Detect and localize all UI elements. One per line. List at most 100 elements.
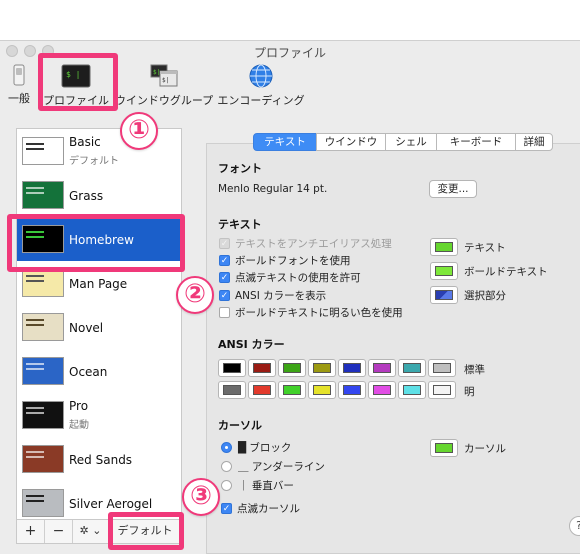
ansi-bright-color-well-3[interactable] — [308, 381, 336, 399]
profile-name: Man Page — [69, 277, 128, 291]
cursor-block-label: █ ブロック — [238, 442, 292, 454]
toolbar-window-groups[interactable]: $| $| ウインドウグループ — [114, 64, 214, 108]
tab-window[interactable]: ウインドウ — [316, 133, 386, 151]
profile-startup-tag: 起動 — [69, 420, 89, 431]
toolbar-encodings-label: エンコーディング — [217, 94, 305, 107]
ansi-normal-color-fill — [433, 363, 451, 373]
ansi-bright-color-well-6[interactable] — [398, 381, 426, 399]
blink-text-checkbox[interactable]: ✓ — [219, 272, 230, 283]
ansi-normal-color-well-4[interactable] — [338, 359, 366, 377]
svg-text:$|: $| — [162, 77, 169, 84]
callout-step-3: ③ — [182, 478, 220, 516]
ansi-bright-color-well-2[interactable] — [278, 381, 306, 399]
ansi-bright-color-fill — [283, 385, 301, 395]
ansi-bright-color-well-0[interactable] — [218, 381, 246, 399]
blink-cursor-label: 点滅カーソル — [237, 503, 300, 515]
gear-menu-button[interactable]: ✲ ⌄ — [73, 520, 109, 543]
cursor-underline-radio[interactable] — [221, 461, 232, 472]
ansi-normal-color-well-5[interactable] — [368, 359, 396, 377]
svg-text:$|: $| — [153, 69, 160, 76]
callout-step-1: ① — [120, 112, 158, 150]
profile-name: Basic — [69, 135, 101, 149]
cursor-section-title: カーソル — [218, 419, 262, 432]
cursor-vertical-bar-label: ｜ 垂直バー — [238, 480, 294, 492]
cursor-vertical-bar-radio[interactable] — [221, 480, 232, 491]
ansi-normal-color-fill — [223, 363, 241, 373]
blink-text-label: 点滅テキストの使用を許可 — [235, 272, 361, 284]
tab-advanced[interactable]: 詳細 — [515, 133, 553, 151]
cursor-underline-label: ＿ アンダーライン — [238, 461, 325, 473]
profile-name: Ocean — [69, 365, 108, 379]
ansi-colors-checkbox[interactable]: ✓ — [219, 290, 230, 301]
profile-thumbnail — [22, 489, 64, 517]
ansi-normal-color-fill — [283, 363, 301, 373]
selection-color-well[interactable] — [430, 286, 458, 304]
blink-cursor-checkbox[interactable]: ✓ — [221, 503, 232, 514]
ansi-normal-color-well-6[interactable] — [398, 359, 426, 377]
cursor-block-radio[interactable] — [221, 442, 232, 453]
ansi-normal-color-fill — [403, 363, 421, 373]
ansi-bright-color-fill — [223, 385, 241, 395]
ansi-bright-color-fill — [253, 385, 271, 395]
toolbar-general-label: 一般 — [8, 92, 30, 105]
antialias-checkbox: ✓ — [219, 238, 230, 249]
profile-default-tag: デフォルト — [69, 156, 119, 167]
tab-text[interactable]: テキスト — [253, 133, 317, 151]
profile-thumbnail — [22, 269, 64, 297]
ansi-normal-color-well-7[interactable] — [428, 359, 456, 377]
profile-item-grass[interactable]: Grass — [17, 173, 181, 217]
bright-bold-label: ボールドテキストに明るい色を使用 — [235, 307, 403, 319]
toolbar-window-groups-label: ウインドウグループ — [114, 94, 214, 107]
window-group-icon: $| $| — [150, 64, 178, 87]
profile-item-novel[interactable]: Novel — [17, 305, 181, 349]
ansi-normal-color-well-1[interactable] — [248, 359, 276, 377]
ansi-normal-color-well-3[interactable] — [308, 359, 336, 377]
ansi-colors-label: ANSI カラーを表示 — [235, 290, 327, 302]
profile-item-ocean[interactable]: Ocean — [17, 349, 181, 393]
profile-thumbnail — [22, 401, 64, 429]
change-font-button[interactable]: 変更... — [429, 180, 477, 198]
ansi-bright-color-well-1[interactable] — [248, 381, 276, 399]
ansi-bright-color-fill — [343, 385, 361, 395]
cursor-color-label: カーソル — [464, 443, 506, 455]
bright-bold-checkbox[interactable] — [219, 307, 230, 318]
profile-item-pro[interactable]: Pro 起動 — [17, 393, 181, 437]
highlight-homebrew-row — [7, 214, 185, 272]
ansi-bright-color-well-5[interactable] — [368, 381, 396, 399]
remove-profile-button[interactable]: − — [45, 520, 73, 543]
tab-keyboard[interactable]: キーボード — [436, 133, 516, 151]
bold-font-checkbox[interactable]: ✓ — [219, 255, 230, 266]
bold-font-label: ボールドフォントを使用 — [235, 255, 351, 267]
switch-icon — [13, 64, 25, 86]
profile-name: Grass — [69, 189, 104, 203]
profile-name: Red Sands — [69, 453, 133, 467]
text-color-label: テキスト — [464, 242, 506, 254]
ansi-bright-color-fill — [313, 385, 331, 395]
highlight-profiles-toolbar — [38, 53, 118, 111]
text-color-well[interactable] — [430, 238, 458, 256]
text-section-title: テキスト — [218, 218, 262, 231]
highlight-default-button — [108, 512, 184, 550]
ansi-bright-color-fill — [373, 385, 391, 395]
callout-step-2: ② — [176, 276, 214, 314]
add-profile-button[interactable]: + — [17, 520, 45, 543]
profile-name: Silver Aerogel — [69, 497, 153, 511]
ansi-normal-color-fill — [373, 363, 391, 373]
bold-text-color-label: ボールドテキスト — [464, 266, 548, 278]
profile-list[interactable]: Basic デフォルト Grass Homebrew Man Page Nove… — [16, 128, 182, 520]
profile-thumbnail — [22, 137, 64, 165]
ansi-bright-color-well-4[interactable] — [338, 381, 366, 399]
profile-name: Novel — [69, 321, 104, 335]
bold-text-color-well[interactable] — [430, 262, 458, 280]
globe-icon — [249, 64, 273, 88]
ansi-bright-color-fill — [433, 385, 451, 395]
profile-item-red-sands[interactable]: Red Sands — [17, 437, 181, 481]
toolbar-encodings[interactable]: エンコーディング — [214, 64, 308, 108]
selection-color-label: 選択部分 — [464, 290, 506, 302]
tab-shell[interactable]: シェル — [385, 133, 437, 151]
ansi-normal-color-well-0[interactable] — [218, 359, 246, 377]
cursor-color-well[interactable] — [430, 439, 458, 457]
ansi-bright-color-well-7[interactable] — [428, 381, 456, 399]
toolbar-general[interactable]: 一般 — [2, 64, 36, 106]
ansi-normal-color-well-2[interactable] — [278, 359, 306, 377]
